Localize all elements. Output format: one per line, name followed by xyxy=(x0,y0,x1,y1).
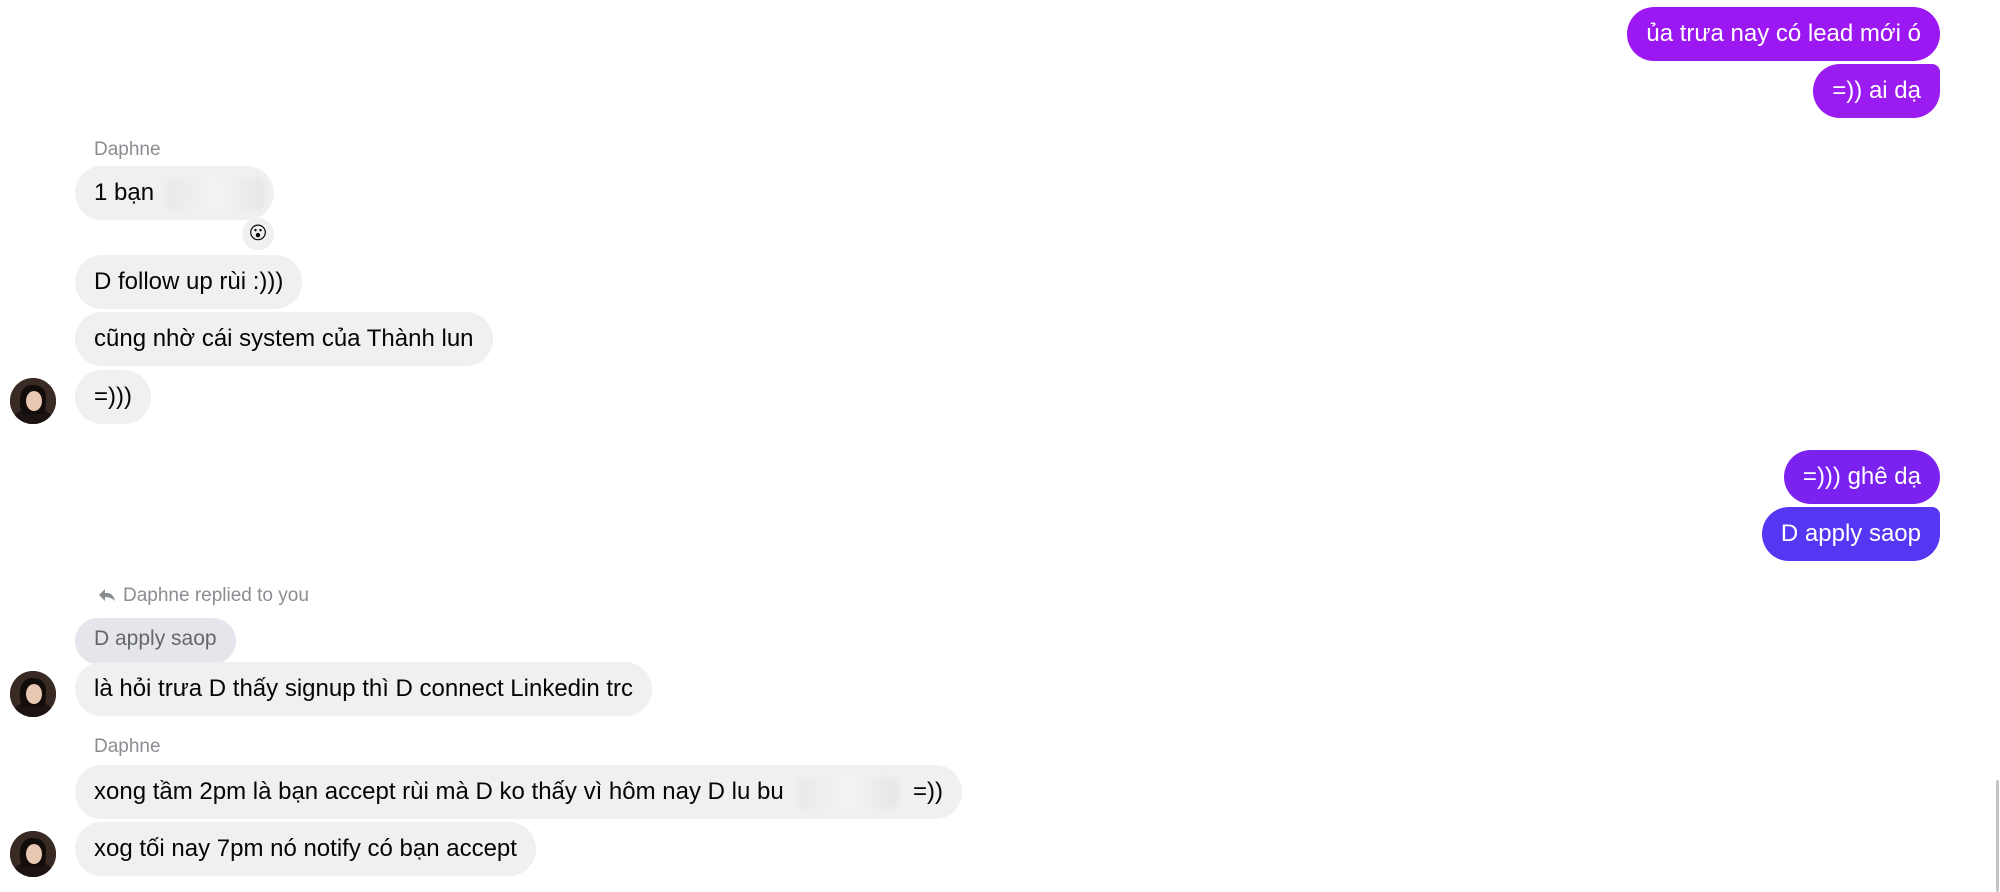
avatar[interactable] xyxy=(10,378,56,424)
message-text: D follow up rùi :))) xyxy=(94,268,284,295)
message-text: là hỏi trưa D thấy signup thì D connect … xyxy=(94,675,634,702)
message-text: D apply saop xyxy=(1780,520,1921,547)
message-text: =))) xyxy=(94,383,132,410)
redacted-text xyxy=(798,776,899,809)
avatar-image xyxy=(10,671,56,717)
scrollbar-thumb[interactable] xyxy=(1996,780,1999,892)
message-bubble-incoming[interactable]: D follow up rùi :))) xyxy=(75,255,303,309)
message-bubble-incoming[interactable]: 1 bạn xyxy=(75,166,274,220)
message-text-suffix: =)) xyxy=(913,778,944,805)
reply-indicator: Daphne replied to you xyxy=(97,585,309,607)
reaction-badge[interactable]: 😮 xyxy=(242,218,274,250)
sender-name: Daphne xyxy=(94,139,161,160)
message-bubble-incoming[interactable]: là hỏi trưa D thấy signup thì D connect … xyxy=(75,662,653,716)
chat-thread: { "messages": { "out1": "ủa trưa nay có … xyxy=(0,0,2000,892)
message-bubble-outgoing[interactable]: =))) ghê dạ xyxy=(1783,450,1940,504)
message-bubble-outgoing[interactable]: D apply saop xyxy=(1761,507,1940,561)
redacted-text xyxy=(166,177,265,210)
message-text: 1 bạn xyxy=(94,179,155,206)
message-bubble-incoming[interactable]: =))) xyxy=(75,370,151,424)
quoted-text: D apply saop xyxy=(94,627,217,650)
message-bubble-outgoing[interactable]: ủa trưa nay có lead mới ó xyxy=(1627,7,1940,61)
sender-name: Daphne xyxy=(94,736,161,757)
message-text: ủa trưa nay có lead mới ó xyxy=(1646,20,1921,47)
message-bubble-incoming[interactable]: xong tầm 2pm là bạn accept rùi mà D ko t… xyxy=(75,765,963,819)
avatar-image xyxy=(10,831,56,877)
avatar[interactable] xyxy=(10,831,56,877)
quoted-message[interactable]: D apply saop xyxy=(75,618,236,664)
message-bubble-incoming[interactable]: cũng nhờ cái system của Thành lun xyxy=(75,312,493,366)
avatar[interactable] xyxy=(10,671,56,717)
avatar-image xyxy=(10,378,56,424)
message-text: =))) ghê dạ xyxy=(1802,463,1921,490)
message-text: =)) ai dạ xyxy=(1832,77,1921,104)
message-text: xong tầm 2pm là bạn accept rùi mà D ko t… xyxy=(94,778,784,805)
reply-label: Daphne replied to you xyxy=(123,585,309,606)
reply-arrow-icon xyxy=(99,589,115,601)
message-text: xog tối nay 7pm nó notify có bạn accept xyxy=(94,835,517,862)
message-bubble-outgoing[interactable]: =)) ai dạ xyxy=(1813,64,1940,118)
message-bubble-incoming[interactable]: xog tối nay 7pm nó notify có bạn accept xyxy=(75,822,536,876)
scrollbar-track[interactable] xyxy=(1992,0,2000,892)
message-text: cũng nhờ cái system của Thành lun xyxy=(94,325,474,352)
reaction-emoji: 😮 xyxy=(248,223,268,244)
